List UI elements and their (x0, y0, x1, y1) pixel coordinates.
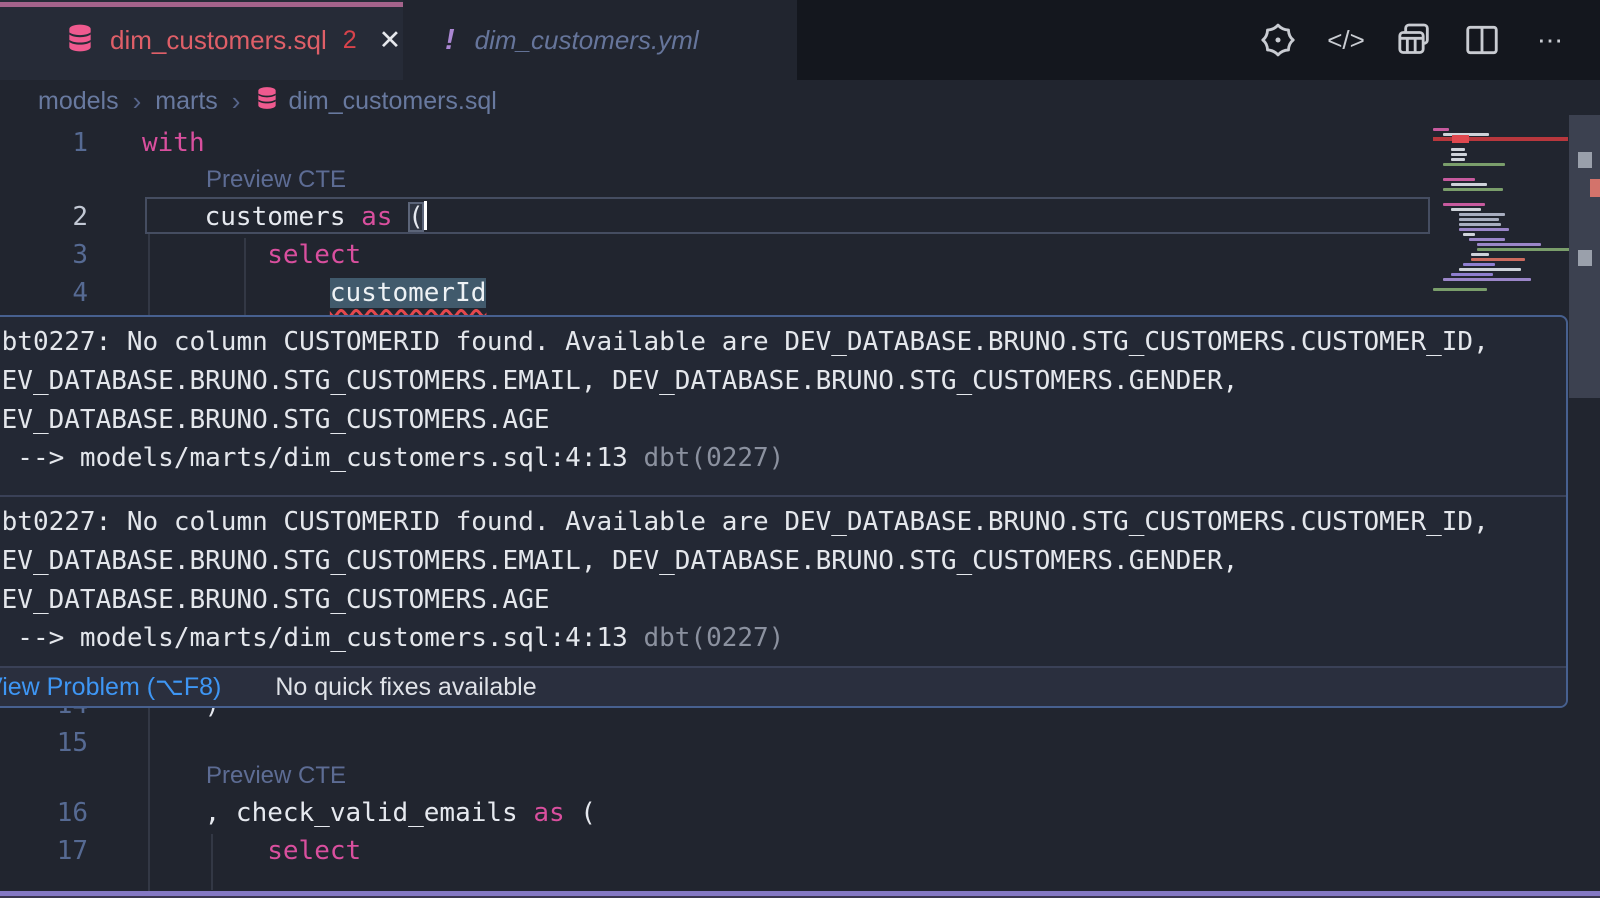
minimap-code-row (1451, 153, 1467, 156)
error-message-line: DEV_DATABASE.BRUNO.STG_CUSTOMERS.EMAIL, … (0, 362, 1566, 401)
error-message-line: --> models/marts/dim_customers.sql:4:13 … (0, 439, 1566, 478)
dbt-icon[interactable] (1256, 18, 1300, 62)
minimap-code-row (1451, 208, 1481, 211)
window-bottom-border (0, 891, 1600, 898)
minimap-code-row (1459, 228, 1509, 231)
code-line[interactable]: 1 with (0, 124, 1600, 162)
minimap-error-block (1452, 135, 1469, 143)
error-message-block: dbt0227: No column CUSTOMERID found. Ava… (0, 317, 1566, 495)
minimap-code-row (1443, 163, 1505, 166)
minimap-code-row (1451, 158, 1465, 161)
code-line[interactable]: 16 , check_valid_emails as ( (0, 794, 1600, 832)
code-text: select (142, 832, 361, 870)
minimap-code-row (1471, 253, 1489, 256)
minimap-code-row (1477, 243, 1541, 246)
breadcrumb-marts[interactable]: marts (155, 87, 218, 116)
database-icon (254, 84, 280, 119)
code-line[interactable]: 2 customers as ( (0, 198, 1600, 236)
minimap-code-row (1459, 223, 1501, 226)
database-icon (64, 21, 96, 60)
tab-label: dim_customers.sql (110, 25, 327, 56)
scrollbar-decoration (1578, 152, 1592, 168)
minimap-code-row (1459, 218, 1499, 221)
error-hover-popup: dbt0227: No column CUSTOMERID found. Ava… (0, 315, 1568, 708)
close-icon[interactable]: ✕ (379, 25, 402, 56)
active-tab-accent (0, 2, 403, 7)
editor-actions: </> ⋯ (1256, 0, 1572, 80)
error-message-line: dbt0227: No column CUSTOMERID found. Ava… (0, 503, 1566, 542)
minimap-code-row (1469, 238, 1505, 241)
line-number: 4 (0, 274, 88, 312)
error-message-line: DEV_DATABASE.BRUNO.STG_CUSTOMERS.EMAIL, … (0, 542, 1566, 581)
minimap-code-row (1433, 288, 1487, 291)
chevron-right-icon: › (232, 86, 241, 117)
minimap-code-row (1451, 183, 1487, 186)
minimap-code-row (1471, 258, 1525, 261)
chevron-right-icon: › (133, 86, 142, 117)
code-text: with (142, 124, 205, 162)
error-message-line: --> models/marts/dim_customers.sql:4:13 … (0, 619, 1566, 658)
line-number: 3 (0, 236, 88, 274)
tab-badge: 2 (343, 26, 357, 55)
breadcrumb-file[interactable]: dim_customers.sql (254, 84, 496, 119)
breadcrumb: models › marts › dim_customers.sql (0, 80, 1600, 122)
more-actions-icon[interactable]: ⋯ (1528, 18, 1572, 62)
code-line[interactable]: 4 customerId (0, 274, 1600, 312)
minimap-code-row (1443, 278, 1531, 281)
tab-label: dim_customers.yml (475, 25, 699, 56)
tab-dim-customers-yml[interactable]: ! dim_customers.yml (403, 0, 797, 80)
vscode-window: dim_customers.sql 2 ✕ ! dim_customers.ym… (0, 0, 1600, 898)
line-number: 15 (0, 724, 88, 762)
line-number: 16 (0, 794, 88, 832)
code-line[interactable]: 15 (0, 724, 1600, 762)
line-number: 17 (0, 832, 88, 870)
view-problem-link[interactable]: View Problem (⌥F8) (0, 672, 221, 702)
code-text: customers as ( (142, 198, 427, 236)
error-message-block: dbt0227: No column CUSTOMERID found. Ava… (0, 495, 1566, 673)
tab-bar: dim_customers.sql 2 ✕ ! dim_customers.ym… (0, 0, 1600, 80)
line-number: 2 (0, 198, 88, 236)
minimap-code-row (1477, 248, 1573, 251)
minimap-code-row (1451, 273, 1493, 276)
scrollbar-decoration (1590, 179, 1600, 197)
code-text: select (142, 236, 361, 274)
minimap-code-row (1451, 148, 1465, 151)
minimap-code-row (1433, 128, 1449, 131)
minimap-code-row (1459, 213, 1505, 216)
code-line[interactable]: 17 select (0, 832, 1600, 870)
codelens-preview-cte[interactable]: Preview CTE (206, 762, 346, 796)
vertical-scrollbar[interactable] (1569, 122, 1600, 898)
breadcrumb-models[interactable]: models (38, 87, 119, 116)
copy-table-icon[interactable] (1392, 18, 1436, 62)
minimap-code-row (1463, 233, 1475, 236)
minimap-code-row (1443, 188, 1503, 191)
text-cursor (424, 201, 427, 230)
error-message-line: DEV_DATABASE.BRUNO.STG_CUSTOMERS.AGE (0, 581, 1566, 620)
codelens-preview-cte[interactable]: Preview CTE (206, 166, 346, 200)
tab-dim-customers-sql[interactable]: dim_customers.sql 2 ✕ (0, 0, 403, 80)
line-number: 1 (0, 124, 88, 162)
no-quick-fixes-label: No quick fixes available (275, 673, 536, 702)
minimap-code-row (1463, 263, 1495, 266)
code-line[interactable]: 3 select (0, 236, 1600, 274)
code-icon[interactable]: </> (1324, 18, 1368, 62)
minimap-code-row (1443, 178, 1475, 181)
scrollbar-decoration (1578, 250, 1592, 266)
error-message-line: dbt0227: No column CUSTOMERID found. Ava… (0, 323, 1566, 362)
minimap-code-row (1459, 268, 1521, 271)
error-icon: ! (445, 24, 455, 57)
minimap-code-row (1443, 203, 1485, 206)
error-message-line: DEV_DATABASE.BRUNO.STG_CUSTOMERS.AGE (0, 401, 1566, 440)
hover-status-bar: View Problem (⌥F8) No quick fixes availa… (0, 666, 1566, 706)
code-text: , check_valid_emails as ( (142, 794, 596, 832)
split-editor-icon[interactable] (1460, 18, 1504, 62)
code-text: customerId (142, 274, 486, 312)
